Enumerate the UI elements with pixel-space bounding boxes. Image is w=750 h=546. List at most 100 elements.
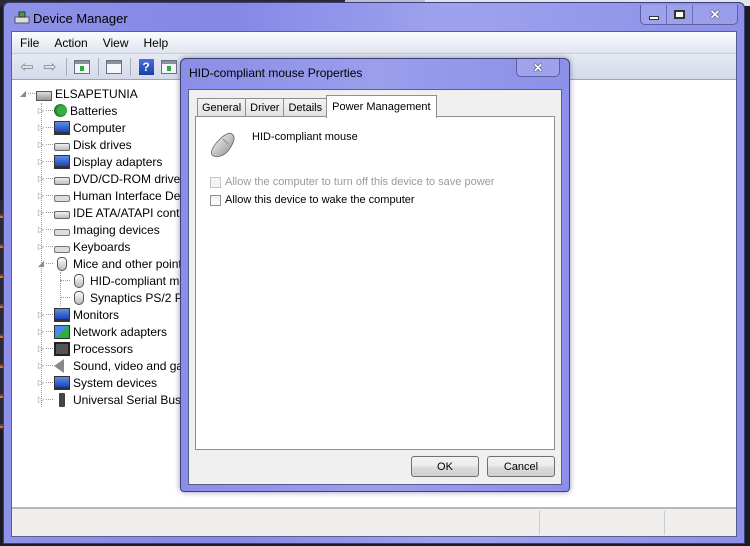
- tree-item-label: Mice and other pointin: [73, 256, 192, 271]
- properties-button[interactable]: [103, 57, 125, 77]
- expand-icon[interactable]: ▷: [36, 361, 46, 370]
- tree-item-usb-controllers[interactable]: ▷ Universal Serial Bus co: [36, 391, 197, 408]
- caption-buttons: ✕: [640, 5, 738, 25]
- expand-icon[interactable]: ▷: [36, 395, 46, 404]
- tab-details[interactable]: Details: [283, 98, 328, 117]
- expand-icon[interactable]: ▷: [36, 140, 46, 149]
- tab-strip: General Driver Details Power Management: [197, 95, 437, 118]
- menu-action[interactable]: Action: [54, 36, 87, 50]
- tree-connector: [46, 263, 53, 264]
- usb-icon: [59, 392, 65, 407]
- allow-wake-checkbox[interactable]: [210, 194, 221, 206]
- allow-wake-label[interactable]: Allow this device to wake the computer: [225, 194, 415, 206]
- status-bar: [12, 507, 736, 536]
- tree-item-synaptics-ps2[interactable]: Synaptics PS/2 Por: [60, 289, 193, 306]
- tab-general[interactable]: General: [197, 98, 247, 117]
- expand-icon[interactable]: ▷: [36, 344, 46, 353]
- power-management-panel: HID-compliant mouse Allow the computer t…: [195, 116, 555, 450]
- tree-connector: [46, 246, 53, 247]
- tree-connector: [46, 144, 53, 145]
- tree-item-label: Synaptics PS/2 Por: [90, 290, 194, 305]
- tree-item-keyboards[interactable]: ▷ Keyboards: [36, 238, 130, 255]
- menu-help[interactable]: Help: [144, 36, 169, 50]
- collapse-icon[interactable]: ◢: [36, 259, 46, 268]
- maximize-button[interactable]: [667, 5, 693, 24]
- expand-icon[interactable]: ▷: [36, 157, 46, 166]
- tree-root[interactable]: ◢ ELSAPETUNIA: [18, 85, 138, 102]
- expand-icon[interactable]: ▷: [36, 174, 46, 183]
- tree-item-disk-drives[interactable]: ▷ Disk drives: [36, 136, 132, 153]
- tree-item-mice[interactable]: ◢ Mice and other pointin: [36, 255, 191, 272]
- show-hide-console-tree-button[interactable]: [71, 57, 93, 77]
- tree-connector: [46, 331, 53, 332]
- show-action-pane-button[interactable]: [158, 57, 180, 77]
- menu-view[interactable]: View: [103, 36, 129, 50]
- tree-connector: [46, 229, 53, 230]
- tree-connector: [46, 178, 53, 179]
- expand-icon[interactable]: ▷: [36, 378, 46, 387]
- tree-item-imaging-devices[interactable]: ▷ Imaging devices: [36, 221, 160, 238]
- system-device-icon: [54, 375, 70, 390]
- properties-dialog: HID-compliant mouse Properties ✕ General…: [180, 58, 570, 492]
- expand-icon[interactable]: ▷: [36, 242, 46, 251]
- tree-item-batteries[interactable]: ▷ Batteries: [36, 102, 117, 119]
- tab-driver[interactable]: Driver: [245, 98, 285, 117]
- tree-item-display-adapters[interactable]: ▷ Display adapters: [36, 153, 162, 170]
- tree-item-dvd-cd-rom-drives[interactable]: ▷ DVD/CD-ROM drives: [36, 170, 186, 187]
- tree-item-label: DVD/CD-ROM drives: [73, 171, 187, 186]
- close-button[interactable]: ✕: [693, 5, 737, 24]
- expand-icon[interactable]: ▷: [36, 208, 46, 217]
- expand-icon[interactable]: ▷: [36, 310, 46, 319]
- tree-item-label: Processors: [73, 341, 134, 356]
- option-allow-wake[interactable]: Allow this device to wake the computer: [210, 194, 415, 206]
- tree-item-sound-video-game[interactable]: ▷ Sound, video and gam: [36, 357, 193, 374]
- tree-item-system-devices[interactable]: ▷ System devices: [36, 374, 157, 391]
- expand-icon[interactable]: ▷: [36, 327, 46, 336]
- tree-item-label: Keyboards: [73, 239, 131, 254]
- help-icon: ?: [138, 58, 154, 75]
- tree-item-label: Universal Serial Bus co: [73, 392, 198, 407]
- tree-item-monitors[interactable]: ▷ Monitors: [36, 306, 119, 323]
- tree-item-ide-controllers[interactable]: ▷ IDE ATA/ATAPI contro: [36, 204, 190, 221]
- tree-item-hid-compliant-mouse[interactable]: HID-compliant mo: [60, 272, 186, 289]
- minimize-button[interactable]: [641, 5, 667, 24]
- tree-root-label: ELSAPETUNIA: [55, 86, 138, 101]
- toolbar-separator: [130, 57, 131, 76]
- allow-turn-off-checkbox: [210, 176, 221, 188]
- status-bar-divider: [539, 511, 540, 535]
- expand-icon[interactable]: ▷: [36, 123, 46, 132]
- imaging-device-icon: [54, 228, 70, 236]
- tab-power-management[interactable]: Power Management: [326, 95, 437, 118]
- tree-item-network-adapters[interactable]: ▷ Network adapters: [36, 323, 167, 340]
- tree-item-processors[interactable]: ▷ Processors: [36, 340, 133, 357]
- expand-icon[interactable]: ▷: [36, 106, 46, 115]
- tree-connector: [46, 195, 53, 196]
- tree-item-label: Computer: [73, 120, 126, 135]
- cancel-button[interactable]: Cancel: [487, 456, 555, 477]
- minimize-icon: [648, 15, 659, 20]
- forward-arrow-icon: ⇨: [43, 58, 57, 76]
- tree-connector: [46, 127, 53, 128]
- tree-item-label: Network adapters: [73, 324, 168, 339]
- tree-item-label: Monitors: [73, 307, 120, 322]
- dialog-title: HID-compliant mouse Properties: [189, 66, 363, 80]
- tree-item-label: Disk drives: [73, 137, 132, 152]
- expand-icon[interactable]: ▷: [36, 191, 46, 200]
- back-button[interactable]: ⇦: [16, 57, 38, 77]
- expand-icon[interactable]: ▷: [36, 225, 46, 234]
- tree-connector: [46, 382, 53, 383]
- tree-item-computer[interactable]: ▷ Computer: [36, 119, 126, 136]
- ok-button[interactable]: OK: [411, 456, 479, 477]
- title-bar[interactable]: Device Manager ✕: [4, 3, 744, 31]
- tree-item-label: Sound, video and gam: [73, 358, 194, 373]
- forward-button[interactable]: ⇨: [39, 57, 61, 77]
- computer-icon: [54, 120, 70, 135]
- menu-file[interactable]: File: [20, 36, 39, 50]
- tree-item-human-interface-devices[interactable]: ▷ Human Interface Devic: [36, 187, 195, 204]
- mouse-icon: [74, 290, 84, 305]
- dialog-close-button[interactable]: ✕: [516, 59, 560, 77]
- mouse-icon: [57, 256, 67, 271]
- help-button[interactable]: ?: [135, 57, 157, 77]
- collapse-icon[interactable]: ◢: [18, 89, 28, 98]
- tree-connector: [46, 399, 53, 400]
